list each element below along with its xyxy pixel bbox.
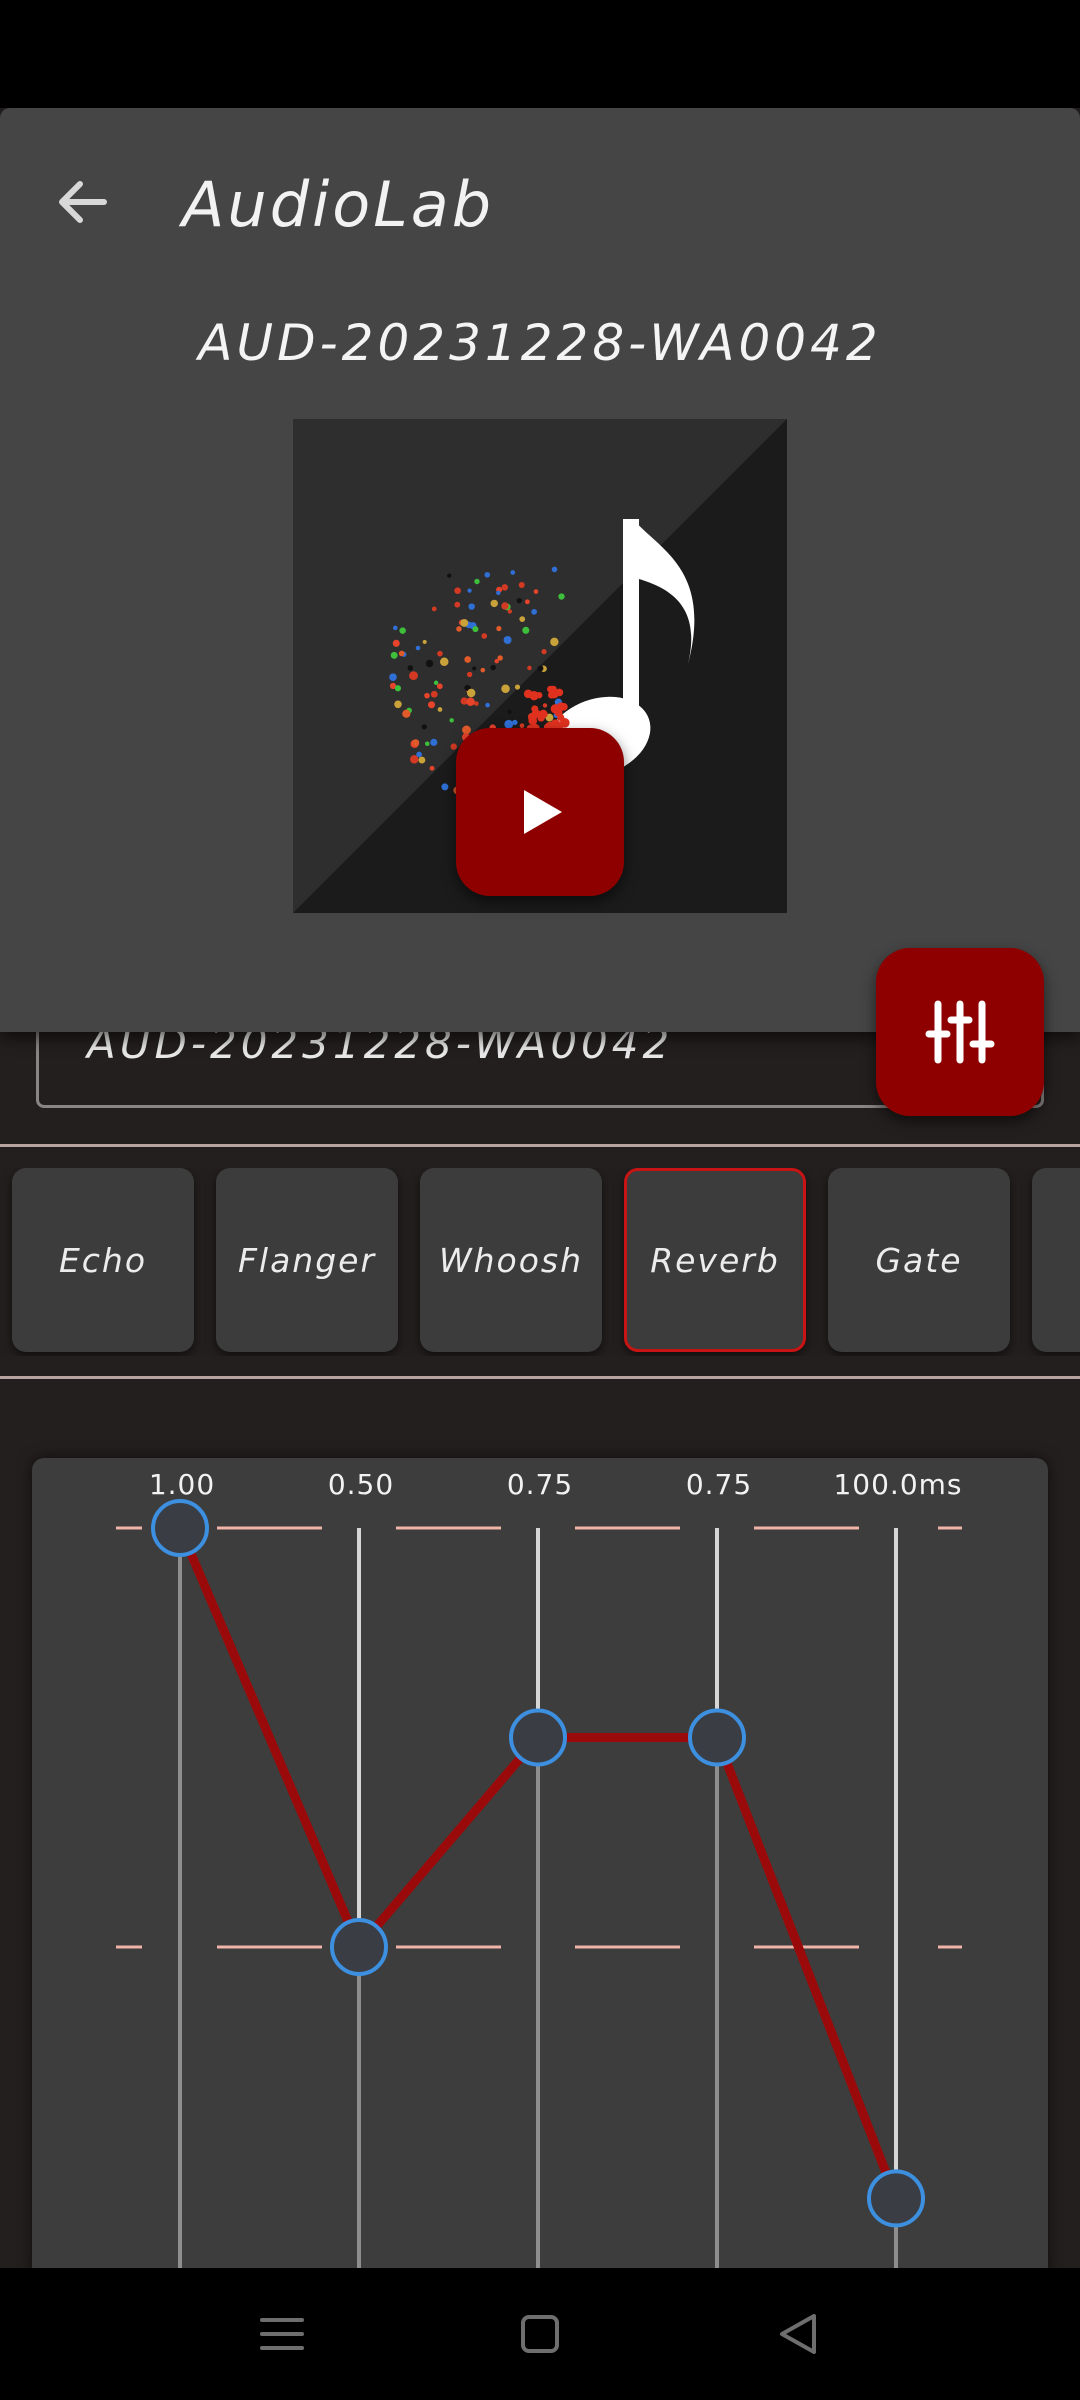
effect-chip-label: Whoosh [438,1240,584,1280]
effects-list[interactable]: Echo Flanger Whoosh Reverb Gate C [0,1168,1080,1356]
effect-chip-flanger[interactable]: Flanger [216,1168,398,1352]
mixer-button[interactable] [876,948,1044,1116]
bottom-divider [0,1376,1080,1379]
band-value-label: 0.75 [507,1468,573,1501]
slider-knob[interactable] [330,1918,388,1976]
equalizer-panel: 1.00 0.50 0.75 0.75 100.0ms [32,1458,1048,2278]
sliders-icon [925,1000,995,1064]
effect-chip-label: Gate [875,1240,963,1280]
slider-knob[interactable] [151,1499,209,1557]
band-value-label: 0.50 [328,1468,394,1501]
back-button[interactable] [52,170,116,234]
nav-back-button[interactable] [762,2298,834,2370]
effect-chip-reverb[interactable]: Reverb [624,1168,806,1352]
band-value-label: 1.00 [149,1468,215,1501]
slider-knob[interactable] [688,1708,746,1767]
arrow-left-icon [59,181,107,223]
app-title: AudioLab [182,168,495,241]
status-bar [0,0,1080,108]
home-square-icon [521,2315,559,2353]
play-icon [524,790,562,834]
effect-chip-label: Flanger [237,1240,377,1280]
back-triangle-icon [780,2314,816,2354]
nav-home-button[interactable] [504,2298,576,2370]
slider-knob[interactable] [867,2169,925,2228]
file-title: AUD-20231228-WA0042 [198,314,882,372]
effect-chip-whoosh[interactable]: Whoosh [420,1168,602,1352]
menu-icon [260,2318,304,2350]
band-value-label: 0.75 [686,1468,752,1501]
effect-chip-label: Reverb [650,1240,780,1280]
band-value-label: 100.0ms [833,1468,962,1501]
effect-chip-c[interactable]: C [1032,1168,1080,1352]
navigation-bar [0,2268,1080,2400]
slider-knob[interactable] [509,1708,567,1767]
top-divider [0,1144,1080,1147]
nav-menu-button[interactable] [246,2298,318,2370]
effect-chip-echo[interactable]: Echo [12,1168,194,1352]
play-button[interactable] [456,728,624,896]
effect-chip-gate[interactable]: Gate [828,1168,1010,1352]
effect-chip-label: Echo [58,1240,148,1280]
equalizer-graph: 1.00 0.50 0.75 0.75 100.0ms [116,1468,962,2278]
